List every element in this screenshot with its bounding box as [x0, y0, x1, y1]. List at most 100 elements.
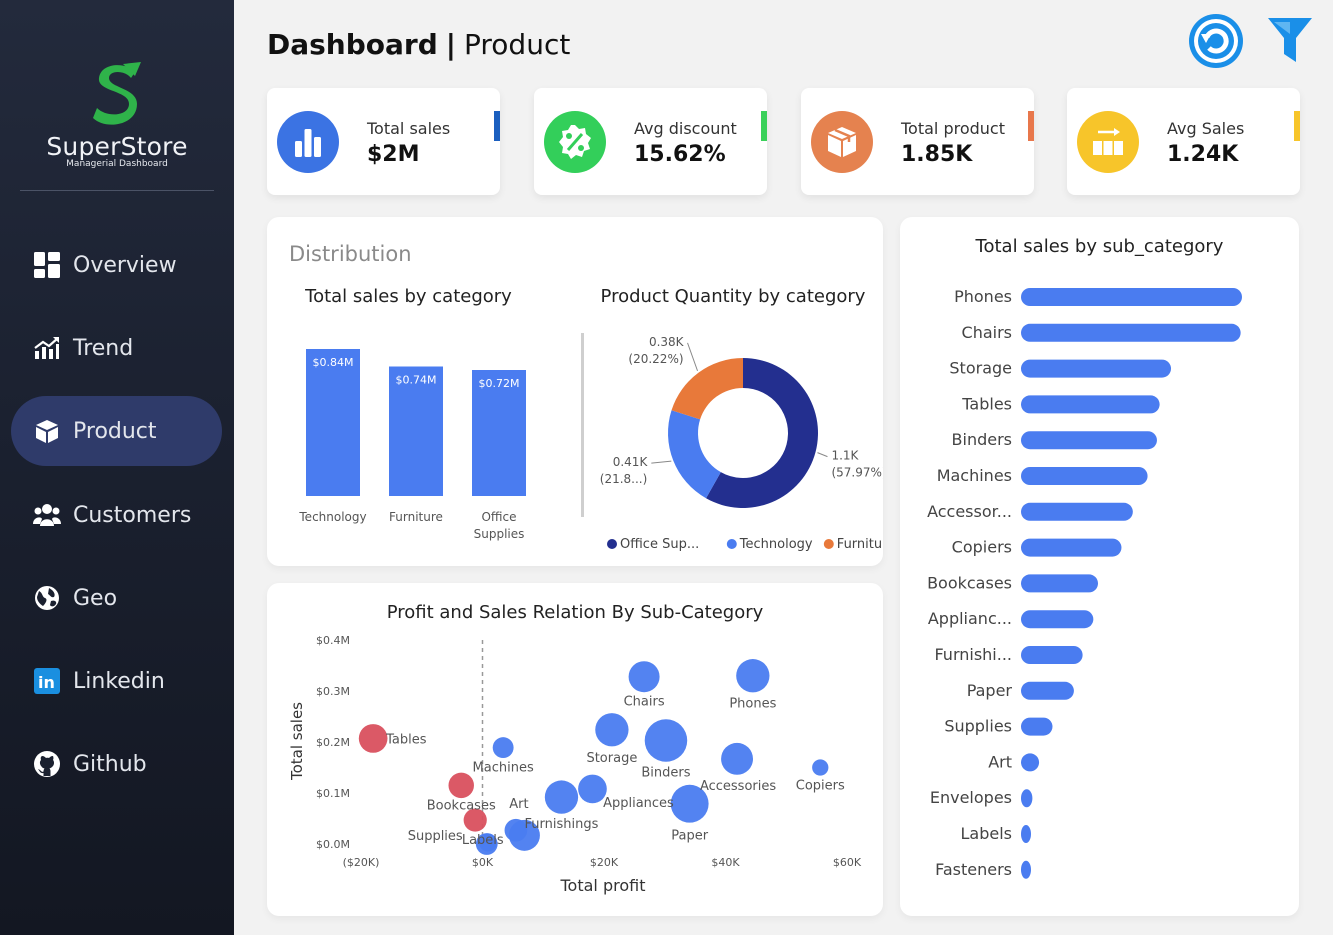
nav-item-geo[interactable]: Geo — [11, 563, 222, 633]
category-sales-chart-title: Total sales by category — [305, 286, 512, 307]
box-icon — [33, 417, 61, 445]
bar — [1021, 681, 1074, 700]
scatter-point-label: Appliances — [603, 796, 674, 811]
bar-data-label: $0.74M — [396, 374, 437, 387]
github-icon — [33, 750, 61, 778]
y-tick-label: Furnishi... — [934, 645, 1012, 664]
boxes-arrow-icon — [1077, 111, 1139, 173]
legend-label: Office Sup... — [620, 537, 699, 552]
scatter-point-label: Art — [509, 797, 528, 812]
brand-name: SuperStore — [46, 132, 188, 161]
bar — [1021, 502, 1133, 521]
bar — [1021, 395, 1160, 414]
bar — [1021, 574, 1099, 593]
nav-item-trend[interactable]: Trend — [11, 313, 222, 383]
legend-label: Technology — [739, 537, 813, 552]
kpi-value: 1.85K — [901, 142, 973, 167]
nav-item-customers[interactable]: Customers — [11, 480, 222, 550]
chart-divider — [581, 333, 584, 517]
donut-leader-line — [651, 460, 672, 464]
kpi-accent-bar — [494, 111, 500, 141]
refresh-button[interactable] — [1187, 12, 1245, 70]
svg-text:in: in — [38, 673, 55, 692]
nav-item-github[interactable]: Github — [11, 729, 222, 799]
bar — [1021, 860, 1031, 879]
page-title-main: Dashboard — [267, 28, 438, 61]
bar-data-label: $0.72M — [479, 377, 520, 390]
scatter-point-label: Bookcases — [427, 798, 496, 813]
brand-logo: SuperStore Managerial Dashboard — [0, 60, 234, 169]
profit-sales-scatter-chart: $0.0M $0.1M $0.2M $0.3M $0.4M ($20K) $0K $20K $4… — [288, 634, 862, 895]
legend-marker — [726, 539, 737, 549]
y-tick-label: Fasteners — [935, 860, 1012, 879]
y-tick-label: Phones — [954, 287, 1012, 306]
nav-label-github: Github — [73, 751, 147, 777]
bar — [1021, 610, 1094, 629]
x-tick-label: Furniture — [389, 510, 443, 524]
filter-icon — [1268, 18, 1312, 62]
bar — [1021, 431, 1157, 450]
y-tick-label: $0.3M — [316, 685, 350, 698]
scatter-point-label: Copiers — [796, 779, 845, 794]
logo-divider — [20, 190, 214, 191]
scatter-point — [721, 742, 754, 775]
nav-label-linkedin: Linkedin — [73, 668, 165, 694]
users-icon — [33, 501, 61, 529]
page-title: Dashboard | Product — [267, 28, 570, 61]
nav-label-customers: Customers — [73, 502, 192, 528]
y-tick-label: $0.4M — [316, 634, 350, 647]
page-title-separator: | — [445, 28, 456, 61]
scatter-point-label: Furnishings — [525, 817, 599, 832]
y-tick-label: Binders — [952, 430, 1012, 449]
legend-marker — [823, 539, 834, 549]
y-tick-label: Paper — [967, 681, 1013, 700]
donut-data-label: 0.38K — [649, 335, 685, 349]
y-tick-label: Chairs — [962, 323, 1012, 342]
nav-item-linkedin[interactable]: in Linkedin — [11, 646, 222, 716]
scatter-point — [492, 737, 514, 759]
refresh-icon — [1189, 14, 1243, 68]
scatter-point-label: Supplies — [408, 829, 463, 844]
nav-item-product[interactable]: Product — [11, 396, 222, 466]
bar — [1021, 538, 1122, 557]
brand-subtitle: Managerial Dashboard — [66, 159, 168, 169]
category-quantity-chart-title: Product Quantity by category — [600, 286, 866, 307]
bar — [1021, 323, 1241, 342]
scatter-point — [628, 661, 660, 693]
scatter-point-label: Chairs — [624, 695, 665, 710]
subcategory-hbar-chart: Phones Chairs Storage Tables Binders Machines… — [927, 287, 1242, 879]
bar — [1021, 789, 1033, 808]
donut-leader-line — [687, 342, 699, 372]
bar-chart-icon — [277, 111, 339, 173]
kpi-label: Avg discount — [634, 119, 737, 138]
linkedin-icon: in — [33, 667, 61, 695]
grid-icon — [33, 251, 61, 279]
y-tick-label: $0.1M — [316, 787, 350, 800]
scatter-point — [448, 772, 474, 799]
scatter-point-label: Paper — [671, 829, 708, 844]
x-tick-label: ($20K) — [343, 856, 380, 869]
kpi-value: 1.24K — [1167, 142, 1239, 167]
subcategory-panel: Total sales by sub_category Phones Chairs… — [900, 217, 1299, 916]
scatter-point — [358, 724, 388, 753]
scatter-point — [736, 659, 770, 693]
y-tick-label: Art — [988, 752, 1012, 771]
donut-data-label: 1.1K — [831, 449, 859, 463]
nav-label-overview: Overview — [73, 252, 177, 278]
legend-marker — [607, 539, 617, 549]
nav-item-overview[interactable]: Overview — [11, 230, 222, 300]
scatter-point — [812, 759, 829, 776]
kpi-accent-bar — [1028, 111, 1034, 141]
distribution-title: Distribution — [289, 242, 412, 266]
nav-label-trend: Trend — [73, 335, 134, 361]
donut-data-label-percent: (20.22%) — [628, 352, 683, 366]
bar — [1021, 717, 1053, 736]
percent-badge-icon — [544, 111, 606, 173]
bar-data-label: $0.84M — [313, 356, 354, 369]
y-tick-label: Bookcases — [927, 573, 1012, 592]
box-icon — [811, 111, 873, 173]
bar — [1021, 359, 1172, 378]
nav-label-product: Product — [73, 418, 157, 444]
y-tick-label: Accessor... — [927, 502, 1012, 521]
filter-button[interactable] — [1266, 16, 1314, 66]
